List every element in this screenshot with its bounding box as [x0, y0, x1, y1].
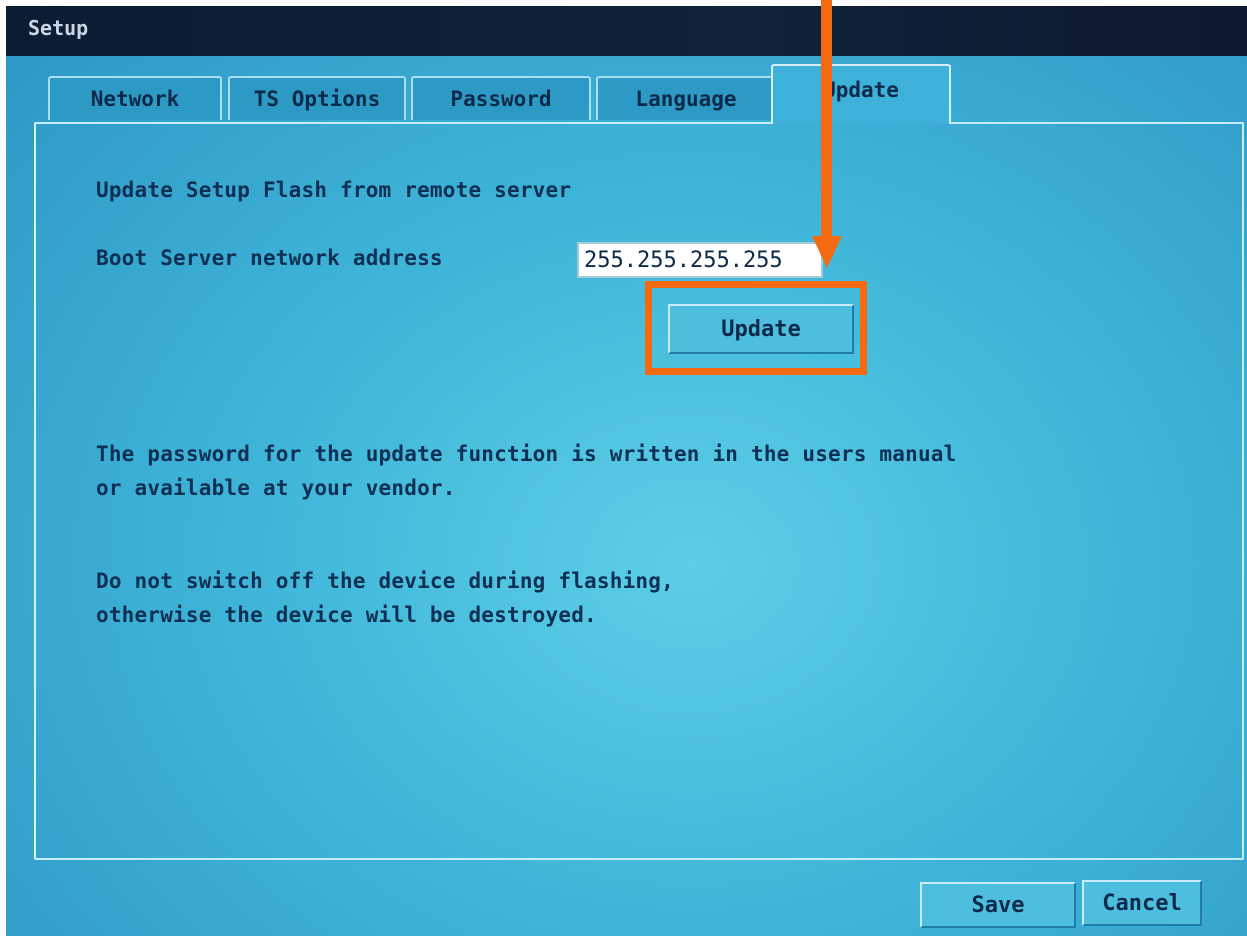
- password-note-line-1: The password for the update function is …: [96, 442, 957, 466]
- setup-screen: Setup Network TS Options Password Langua…: [6, 6, 1247, 936]
- title-bar: Setup: [6, 6, 1247, 56]
- tab-ts-options[interactable]: TS Options: [228, 76, 406, 120]
- tab-language[interactable]: Language: [596, 76, 776, 120]
- arrow-head-icon: [812, 236, 842, 268]
- warning-line-2: otherwise the device will be destroyed.: [96, 603, 597, 627]
- tab-language-label: Language: [635, 87, 737, 111]
- update-button-highlight: [645, 281, 867, 375]
- boot-server-label: Boot Server network address: [96, 246, 443, 270]
- warning-line-1: Do not switch off the device during flas…: [96, 569, 674, 593]
- cancel-button-label: Cancel: [1102, 890, 1182, 916]
- tab-ts-options-label: TS Options: [253, 87, 381, 111]
- tab-network[interactable]: Network: [48, 76, 222, 120]
- save-button[interactable]: Save: [920, 882, 1076, 928]
- save-button-label: Save: [971, 892, 1025, 918]
- tab-network-label: Network: [90, 87, 180, 111]
- tab-password[interactable]: Password: [411, 76, 591, 120]
- tab-password-label: Password: [450, 87, 552, 111]
- tab-update[interactable]: Update: [771, 64, 951, 124]
- window-title: Setup: [28, 16, 89, 40]
- tab-update-label: Update: [823, 78, 899, 102]
- boot-server-address-input[interactable]: 255.255.255.255: [577, 242, 823, 278]
- down-arrow-icon: [821, 0, 832, 240]
- password-note-line-2: or available at your vendor.: [96, 476, 456, 500]
- cancel-button[interactable]: Cancel: [1082, 880, 1202, 926]
- update-heading: Update Setup Flash from remote server: [96, 178, 572, 202]
